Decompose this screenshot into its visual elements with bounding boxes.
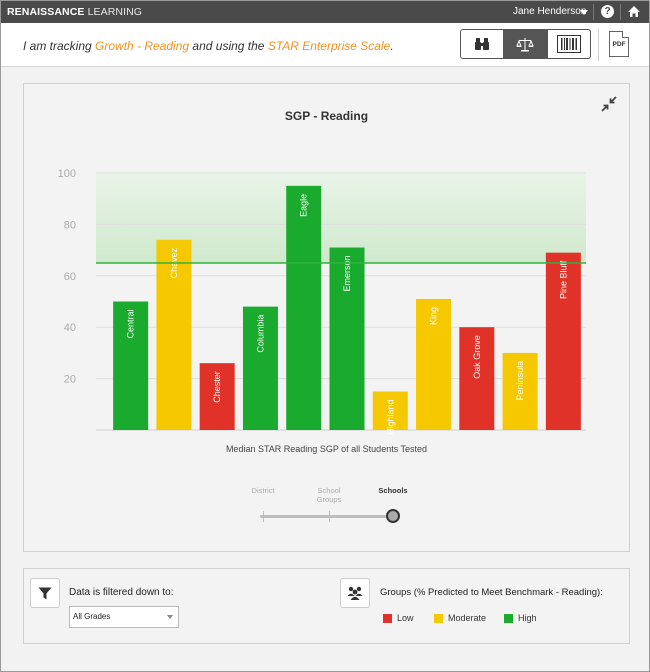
x-axis-label: Median STAR Reading SGP of all Students … [225,444,428,454]
slider-tick [329,511,330,522]
app-frame: RENAISSANCE LEARNING Jane Henderson ? I … [0,0,650,672]
slider-tick [263,511,264,522]
bar-label: Highland [385,399,395,435]
slider-level-line2: Schools [378,486,408,495]
y-tick-label: 40 [64,322,76,334]
slider-level-line2: Groups [316,495,342,504]
y-tick-label: 60 [64,271,76,283]
slider-level-school-groups[interactable]: School Groups [305,486,353,504]
view-toggle-group [460,29,591,59]
people-group-icon [347,586,363,600]
filtered-down-label: Data is filtered down to: [69,587,174,598]
chart-panel: SGP - Reading 20 40 60 80 100 Central Chavez Ch… [23,83,630,552]
grade-select-value: All Grades [73,612,111,621]
slider-level-line2: District [251,486,275,495]
help-icon[interactable]: ? [601,5,614,18]
barcode-view-button[interactable] [548,30,590,58]
binoculars-view-button[interactable] [461,30,505,58]
topbar-divider [593,4,594,20]
tracking-header: I am tracking Growth - Reading and using… [1,23,649,67]
legend-label-high: High [518,613,537,623]
legend-label-moderate: Moderate [448,613,487,623]
legend-label-low: Low [397,613,414,623]
groups-legend-label: Groups (% Predicted to Meet Benchmark - … [380,587,603,598]
slider-level-schools[interactable]: Schools [369,486,417,495]
bar-label: Emerson [342,256,352,292]
filter-button[interactable] [30,578,60,608]
bar-label: Peninsula [515,361,525,401]
slider-handle[interactable] [386,509,400,523]
grade-select[interactable]: All Grades [69,606,179,628]
renaissance-logo[interactable]: RENAISSANCE LEARNING [7,6,142,18]
bar-eagle [286,185,322,430]
legend-swatch-high [504,614,513,623]
y-tick-label: 100 [58,168,76,180]
pdf-icon-label: PDF [612,41,626,48]
y-tick-label: 80 [64,219,76,231]
pdf-export-button[interactable]: PDF [609,31,629,57]
slider-level-district[interactable]: District [239,486,287,495]
scale-view-button[interactable] [504,30,548,58]
tracking-suffix: . [390,39,394,53]
bar-label: Pine Bluff [558,260,568,299]
tracking-scale-link[interactable]: STAR Enterprise Scale [268,39,391,53]
top-bar: RENAISSANCE LEARNING Jane Henderson ? [1,1,649,23]
filter-icon [38,587,52,599]
scale-icon [516,37,535,51]
tracking-prefix: I am tracking [23,39,96,53]
bar-label: Columbia [255,315,265,353]
slider-level-line1: School [317,486,341,495]
tracking-middle: and using the [189,39,268,53]
logo-text-bold: RENAISSANCE [7,6,85,18]
logo-text-thin: LEARNING [87,6,143,18]
user-menu-name[interactable]: Jane Henderson [513,6,586,17]
legend-swatch-moderate [434,614,443,623]
topbar-divider [620,4,621,20]
sgp-bar-chart: 20406080100CentralChavezChesterColumbiaE… [58,168,586,435]
header-divider [598,29,599,61]
bar-label: Chester [212,371,222,403]
legend-swatch-low [383,614,392,623]
bar-label: Central [126,310,136,339]
tracking-focus-link[interactable]: Growth - Reading [95,39,189,53]
y-tick-label: 20 [64,374,76,386]
barcode-icon [556,35,581,53]
chevron-down-icon[interactable] [580,10,588,15]
home-icon[interactable] [627,5,641,18]
chevron-down-icon [167,615,173,619]
filter-panel: Data is filtered down to: All Grades Gro… [23,568,630,644]
tracking-sentence: I am tracking Growth - Reading and using… [23,39,394,53]
bar-label: Oak Grove [472,335,482,379]
bar-label: Eagle [299,194,309,217]
bar-label: King [429,307,439,325]
groups-button[interactable] [340,578,370,608]
slider-track[interactable] [260,515,394,518]
binoculars-icon [475,38,490,50]
